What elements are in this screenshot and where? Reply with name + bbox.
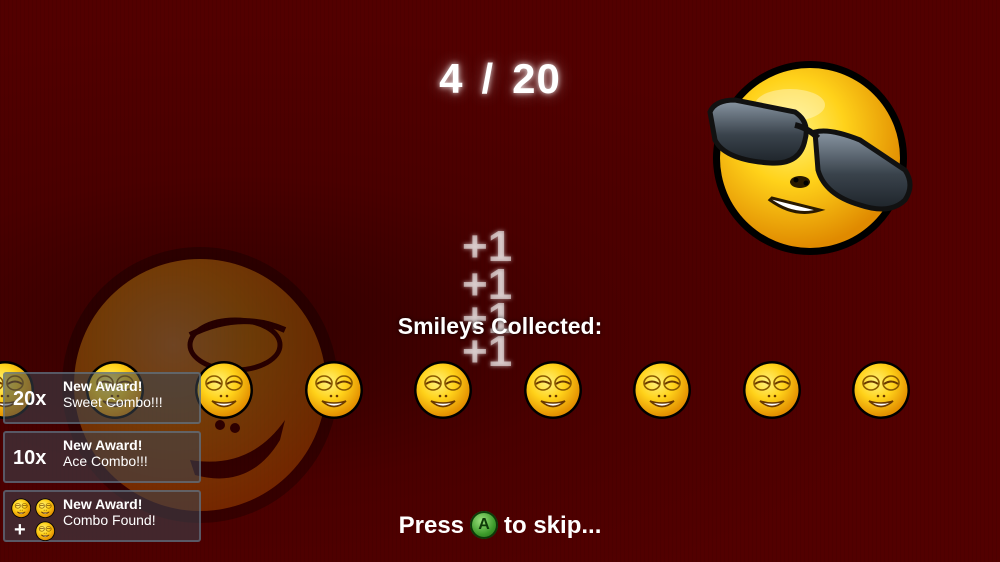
blissful-smiley-icon: [413, 360, 473, 420]
skip-press-text: Press: [398, 512, 465, 539]
game-screen: 4/20 +1 +1 +1 +1 Smileys Collected: 20x …: [0, 0, 1000, 562]
award-notification: 10x New Award! Ace Combo!!!: [3, 431, 201, 483]
blissful-smiley-icon: [741, 360, 802, 420]
award-header: New Award!: [63, 378, 143, 394]
award-notification: 20x New Award! Sweet Combo!!!: [3, 372, 201, 424]
skip-rest-text: to skip...: [504, 512, 602, 539]
award-header: New Award!: [63, 437, 143, 453]
counter-separator: /: [481, 55, 495, 102]
skip-prompt: Press Ato skip...: [0, 510, 1000, 540]
award-multiplier: 10x: [13, 447, 47, 469]
blissful-smiley-icon: [851, 360, 911, 420]
a-button-icon[interactable]: A: [470, 510, 499, 539]
award-header: New Award!: [63, 496, 143, 512]
award-name: Sweet Combo!!!: [63, 394, 163, 410]
collected-count: 4: [439, 55, 464, 102]
award-multiplier: 20x: [13, 388, 47, 410]
award-name: Ace Combo!!!: [63, 453, 148, 469]
blissful-smiley-icon: [522, 360, 583, 420]
smiley-counter: 4 / 20: [0, 55, 1000, 103]
blissful-smiley-icon: [632, 360, 692, 420]
blissful-smiley-icon: [303, 360, 364, 420]
smileys-collected-label: Smileys Collected:: [397, 313, 603, 339]
total-count: 20: [512, 55, 561, 102]
blissful-smiley-icon: [194, 360, 254, 420]
